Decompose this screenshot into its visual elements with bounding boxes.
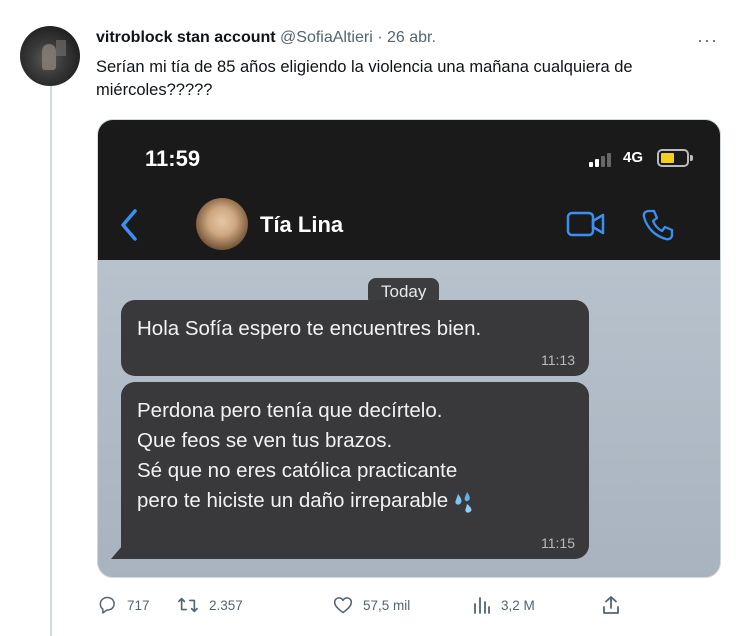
like-count: 57,5 mil — [363, 597, 411, 613]
thread-line — [50, 78, 52, 636]
contact-avatar — [196, 198, 248, 250]
tweet-text: Serían mi tía de 85 años eligiendo la vi… — [96, 58, 633, 99]
network-label: 4G — [623, 149, 644, 166]
views-count: 3,2 M — [501, 597, 535, 613]
retweet-button[interactable]: 2.357 — [177, 595, 243, 615]
reply-count: 717 — [127, 597, 150, 613]
phone-call-icon — [642, 209, 674, 241]
contact-name: Tía Lina — [260, 212, 344, 237]
views-icon — [474, 597, 490, 614]
battery-icon — [657, 149, 689, 167]
reply-icon — [99, 596, 115, 614]
like-button[interactable]: 57,5 mil — [333, 595, 410, 615]
back-chevron-icon — [121, 209, 137, 241]
views-button[interactable]: 3,2 M — [471, 595, 535, 615]
battery-tip — [690, 155, 693, 161]
status-time: 11:59 — [145, 146, 201, 171]
video-call-icon — [566, 211, 605, 237]
display-name[interactable]: vitroblock stan account — [96, 29, 276, 46]
sweat-droplets-icon — [455, 491, 472, 513]
handle[interactable]: @SofiaAltieri — [280, 29, 373, 46]
message-bubble: Hola Sofía espero te encuentres bien. 11… — [121, 300, 589, 376]
message-bubble: Perdona pero tenía que decírtelo. Que fe… — [121, 382, 589, 559]
message-text: Perdona pero tenía que decírtelo. Que fe… — [137, 396, 478, 516]
message-text: Hola Sofía espero te encuentres bien. — [137, 317, 482, 340]
tweet-actions: 717 2.357 57,5 mil 3,2 M — [97, 595, 627, 619]
message-time: 11:13 — [541, 352, 575, 368]
retweet-count: 2.357 — [209, 597, 243, 613]
tweet-media[interactable]: 11:59 4G Tía Lina Today Hola Sofía esper… — [97, 119, 721, 578]
separator: · — [377, 29, 383, 46]
tweet-header: vitroblock stan account @SofiaAltieri · … — [96, 29, 436, 47]
phone-status-area — [98, 120, 720, 260]
more-options-icon[interactable]: ··· — [697, 30, 718, 51]
reply-button[interactable]: 717 — [97, 595, 150, 615]
heart-icon — [333, 597, 353, 614]
message-text-content: Perdona pero tenía que decírtelo. Que fe… — [137, 399, 458, 512]
tweet-date[interactable]: 26 abr. — [387, 29, 436, 46]
retweet-icon — [178, 597, 198, 613]
avatar[interactable] — [20, 26, 80, 86]
share-icon — [603, 596, 619, 614]
message-time: 11:15 — [541, 535, 575, 551]
share-button[interactable] — [601, 595, 621, 615]
signal-icon — [589, 153, 611, 167]
